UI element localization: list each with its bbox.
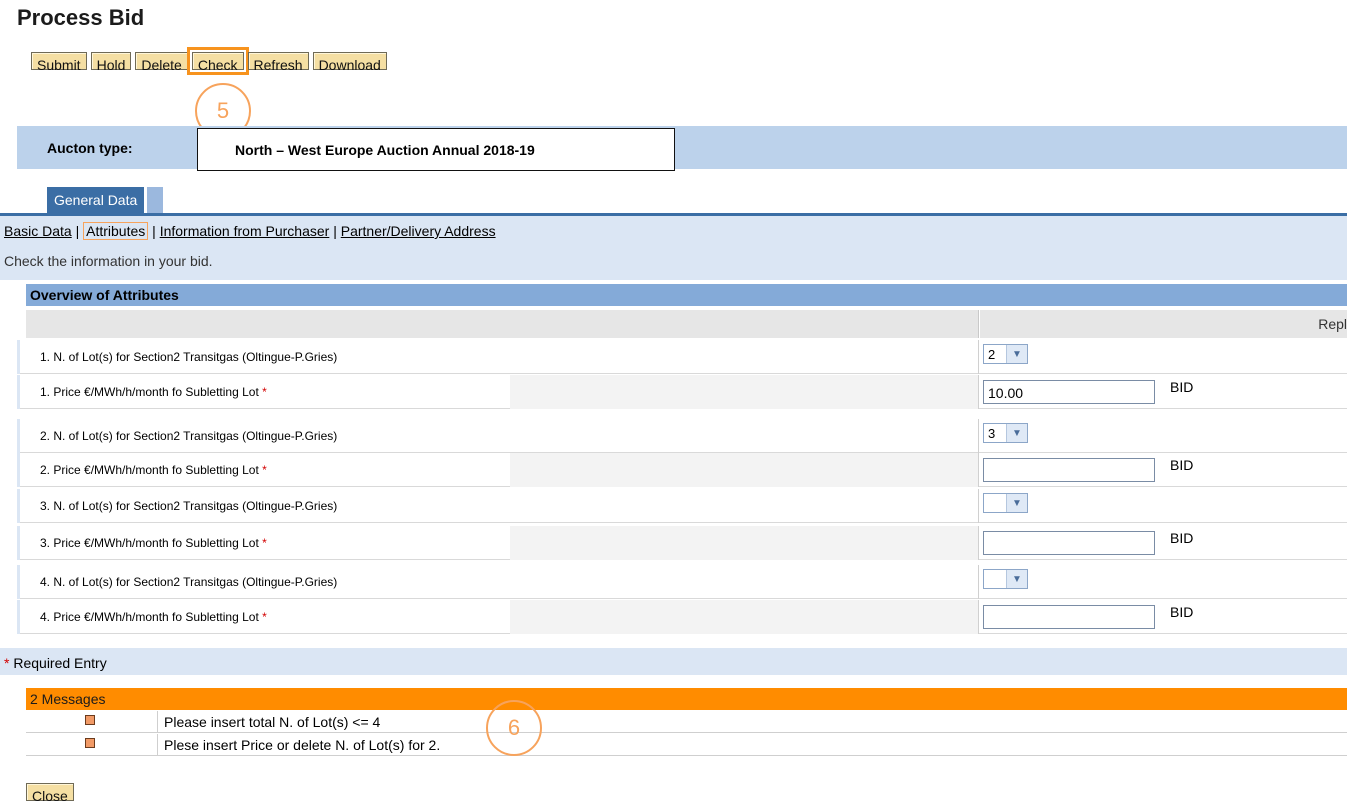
hold-button[interactable]: Hold: [90, 52, 132, 73]
attribute-label: 4. N. of Lot(s) for Section2 Transitgas …: [40, 575, 338, 589]
chevron-down-icon: ▼: [1006, 424, 1027, 442]
message-row: Plese insert Price or delete N. of Lot(s…: [26, 734, 1347, 756]
subnav-partner-delivery[interactable]: Partner/Delivery Address: [341, 223, 496, 239]
chevron-down-icon: ▼: [1006, 570, 1027, 588]
subnav: Basic Data | Attributes | Information fr…: [4, 222, 496, 240]
bid-label: BID: [1170, 379, 1194, 395]
chevron-down-icon: ▼: [1006, 494, 1027, 512]
price-input-4[interactable]: [983, 605, 1155, 629]
message-text: Plese insert Price or delete N. of Lot(s…: [164, 737, 441, 753]
attribute-row: 1. N. of Lot(s) for Section2 Transitgas …: [17, 340, 1347, 374]
subnav-separator: |: [75, 223, 80, 239]
check-button[interactable]: Check: [186, 47, 249, 75]
attribute-row: 1. Price €/MWh/h/month fo Subletting Lot…: [17, 375, 1347, 409]
lot-count-select-1[interactable]: 2 ▼: [983, 344, 1028, 364]
required-entry-note: * Required Entry: [4, 655, 107, 671]
select-value: 2: [988, 346, 996, 362]
attribute-label: 4. Price €/MWh/h/month fo Subletting Lot…: [40, 610, 267, 624]
price-input-3[interactable]: [983, 531, 1155, 555]
column-header-right: Repl: [980, 310, 1347, 338]
warning-icon: [85, 738, 95, 748]
attribute-label: 2. Price €/MWh/h/month fo Subletting Lot…: [40, 463, 267, 477]
price-input-2[interactable]: [983, 458, 1155, 482]
attribute-row: 3. Price €/MWh/h/month fo Subletting Lot…: [17, 526, 1347, 560]
step-6-callout: 6: [486, 700, 542, 756]
chevron-down-icon: ▼: [1006, 345, 1027, 363]
subnav-basic-data[interactable]: Basic Data: [4, 223, 72, 239]
warning-icon: [85, 715, 95, 725]
hint-text: Check the information in your bid.: [4, 253, 213, 269]
auction-type-value: North – West Europe Auction Annual 2018-…: [197, 128, 675, 171]
subnav-separator: |: [152, 223, 156, 239]
toolbar: Submit Hold Delete Check Refresh Downloa…: [31, 47, 387, 78]
message-text: Please insert total N. of Lot(s) <= 4: [164, 714, 381, 730]
messages-header: 2 Messages: [26, 688, 1347, 710]
tab-bar: General Data: [47, 187, 164, 213]
attribute-row: 4. N. of Lot(s) for Section2 Transitgas …: [17, 565, 1347, 599]
subnav-info-purchaser[interactable]: Information from Purchaser: [160, 223, 330, 239]
bid-label: BID: [1170, 457, 1194, 473]
required-bar: [0, 648, 1347, 675]
bid-label: BID: [1170, 604, 1194, 620]
refresh-button[interactable]: Refresh: [247, 52, 309, 73]
subnav-attributes[interactable]: Attributes: [83, 222, 149, 240]
bid-label: BID: [1170, 530, 1194, 546]
lot-count-select-2[interactable]: 3 ▼: [983, 423, 1028, 443]
attribute-row: 4. Price €/MWh/h/month fo Subletting Lot…: [17, 600, 1347, 634]
lot-count-select-4[interactable]: ▼: [983, 569, 1028, 589]
auction-type-label: Aucton type:: [47, 140, 133, 156]
tab-more[interactable]: [147, 187, 164, 213]
attribute-label: 3. Price €/MWh/h/month fo Subletting Lot…: [40, 536, 267, 550]
download-button[interactable]: Download: [312, 52, 387, 73]
subnav-separator: |: [333, 223, 337, 239]
column-header-left: [26, 310, 979, 338]
tab-general-data[interactable]: General Data: [47, 187, 145, 213]
delete-button[interactable]: Delete: [135, 52, 188, 73]
attribute-row: 2. Price €/MWh/h/month fo Subletting Lot…: [17, 453, 1347, 487]
attribute-label: 1. N. of Lot(s) for Section2 Transitgas …: [40, 350, 338, 364]
submit-button[interactable]: Submit: [31, 52, 87, 73]
overview-header: Overview of Attributes: [26, 284, 1347, 306]
message-row: Please insert total N. of Lot(s) <= 4: [26, 711, 1347, 733]
page-title: Process Bid: [17, 5, 145, 30]
attribute-label: 1. Price €/MWh/h/month fo Subletting Lot…: [40, 385, 267, 399]
close-button[interactable]: Close: [26, 783, 74, 804]
column-header-repl: Repl: [1318, 316, 1347, 332]
attribute-label: 2. N. of Lot(s) for Section2 Transitgas …: [40, 429, 338, 443]
lot-count-select-3[interactable]: ▼: [983, 493, 1028, 513]
attribute-row: 3. N. of Lot(s) for Section2 Transitgas …: [17, 489, 1347, 523]
select-value: 3: [988, 425, 996, 441]
attribute-label: 3. N. of Lot(s) for Section2 Transitgas …: [40, 499, 338, 513]
attribute-row: 2. N. of Lot(s) for Section2 Transitgas …: [17, 419, 1347, 453]
price-input-1[interactable]: 10.00: [983, 380, 1155, 404]
